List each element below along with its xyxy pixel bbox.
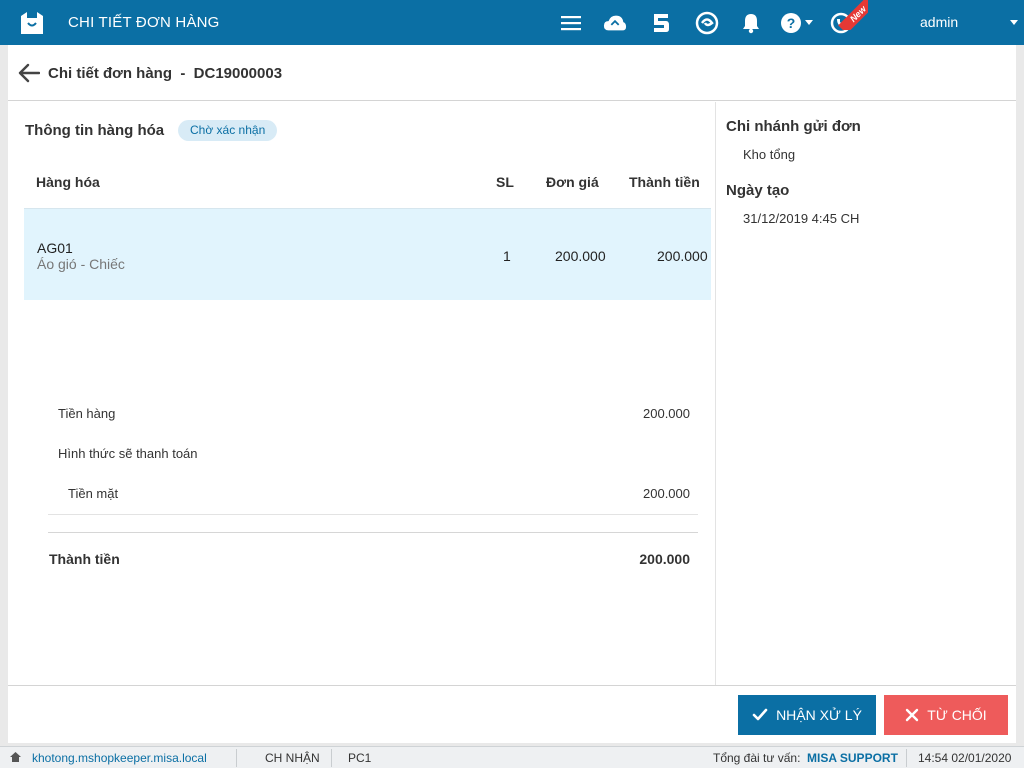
branch-label: Chi nhánh gửi đơn (726, 118, 861, 135)
item-description: Áo gió - Chiếc (37, 256, 125, 272)
menu-icon[interactable] (559, 11, 583, 35)
created-date-value: 31/12/2019 4:45 CH (743, 211, 860, 226)
goods-section: Thông tin hàng hóa Chờ xác nhận Hàng hóa… (8, 102, 715, 685)
page-header: Chi tiết đơn hàng - DC19000003 (8, 45, 1016, 101)
item-price: 200.000 (555, 248, 606, 264)
pc-status: PC1 (348, 751, 372, 765)
help-icon[interactable]: ? (779, 11, 803, 35)
app-title: CHI TIẾT ĐƠN HÀNG (68, 14, 220, 31)
accept-button[interactable]: NHẬN XỬ LÝ (738, 695, 876, 735)
datetime: 14:54 02/01/2020 (918, 751, 1012, 765)
item-code: AG01 (37, 240, 73, 256)
goods-amount-label: Tiền hàng (58, 406, 116, 421)
close-icon (906, 708, 919, 722)
payment-method-label: Hình thức sẽ thanh toán (58, 446, 198, 461)
column-header-total: Thành tiền (629, 174, 700, 190)
separator (331, 749, 332, 767)
reject-button[interactable]: TỪ CHỐI (884, 695, 1008, 735)
back-arrow-icon[interactable] (18, 63, 40, 83)
user-name[interactable]: admin (920, 14, 958, 30)
table-row[interactable]: AG01 Áo gió - Chiếc 1 200.000 200.000 (24, 208, 711, 300)
accept-button-label: NHẬN XỬ LÝ (776, 707, 862, 723)
bell-icon[interactable] (739, 11, 763, 35)
item-total: 200.000 (657, 248, 708, 264)
branch-value: Kho tổng (743, 147, 796, 162)
hotline-label: Tổng đài tư vấn: (713, 751, 801, 765)
divider (48, 532, 698, 533)
user-menu-caret-icon[interactable] (1010, 20, 1018, 25)
grand-total-label: Thành tiền (49, 551, 120, 567)
cloud-sync-icon[interactable] (603, 11, 627, 35)
sales-icon[interactable] (649, 11, 673, 35)
hotline-value[interactable]: MISA SUPPORT (807, 751, 898, 765)
grand-total-value: 200.000 (639, 551, 690, 567)
check-icon (752, 708, 768, 721)
item-qty: 1 (503, 248, 511, 264)
column-header-price: Đơn giá (546, 174, 599, 190)
reject-button-label: TỪ CHỐI (927, 707, 987, 723)
action-footer: NHẬN XỬ LÝ TỪ CHỐI (8, 685, 1016, 743)
order-detail-panel: Chi tiết đơn hàng - DC19000003 Thông tin… (8, 45, 1016, 743)
swirl-icon[interactable] (695, 11, 719, 35)
cash-value: 200.000 (643, 486, 690, 501)
new-ribbon-label: New (838, 0, 868, 30)
shop-logo-icon (21, 12, 43, 34)
column-header-item: Hàng hóa (36, 174, 100, 190)
status-badge: Chờ xác nhận (178, 120, 278, 141)
status-bar: khotong.mshopkeeper.misa.local CH NHẬN P… (0, 746, 1024, 768)
divider (48, 514, 698, 515)
help-caret-icon[interactable] (803, 11, 815, 35)
home-icon[interactable] (9, 751, 22, 763)
separator (906, 749, 907, 767)
created-date-label: Ngày tạo (726, 182, 790, 199)
goods-amount-value: 200.000 (643, 406, 690, 421)
svg-text:?: ? (787, 15, 796, 31)
column-header-qty: SL (496, 174, 514, 190)
separator (236, 749, 237, 767)
host-link[interactable]: khotong.mshopkeeper.misa.local (32, 751, 207, 765)
goods-section-title: Thông tin hàng hóa (25, 122, 165, 139)
page-title: Chi tiết đơn hàng - DC19000003 (48, 65, 283, 82)
order-info-section: Chi nhánh gửi đơn Kho tổng Ngày tạo 31/1… (715, 102, 1016, 685)
top-bar: CHI TIẾT ĐƠN HÀNG ? New admin (0, 0, 1024, 45)
cash-label: Tiền mặt (68, 486, 119, 501)
new-ribbon: New (838, 0, 868, 30)
branch-status: CH NHẬN (265, 751, 320, 765)
